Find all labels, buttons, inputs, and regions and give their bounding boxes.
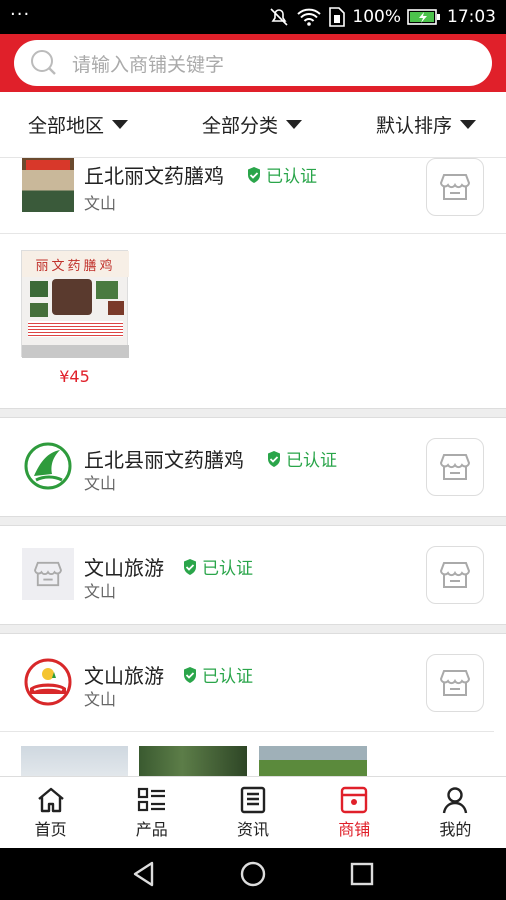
battery-charging-icon [407,9,440,25]
enter-shop-button[interactable] [426,438,484,496]
home-icon [37,787,64,812]
verified-label: 已认证 [266,167,317,187]
verified-label: 已认证 [202,667,253,687]
enter-shop-button[interactable] [426,158,484,216]
product-image[interactable] [139,746,247,776]
verified-badge: 已认证 [182,662,253,687]
user-icon [443,786,468,813]
shop-region: 文山 [84,194,117,213]
clock: 17:03 [447,7,496,27]
product-image[interactable] [259,746,367,776]
divider [0,624,506,634]
shop-name: 文山旅游 [84,556,164,580]
filter-region[interactable]: 全部地区 [28,111,129,138]
product-image[interactable] [21,746,128,776]
filter-sort[interactable]: 默认排序 [376,111,476,138]
shield-check-icon [184,558,196,575]
shield-check-icon [248,166,260,183]
product-image-title: 丽文药膳鸡 [22,251,129,277]
tab-shops-label: 商铺 [338,819,371,839]
news-icon [240,786,266,813]
store-icon [439,562,471,588]
shop-name: 文山旅游 [84,664,164,688]
notification-dots: ··· [10,3,31,25]
tab-products[interactable]: 产品 [101,777,202,848]
store-icon [34,561,62,587]
tab-products-label: 产品 [135,819,168,839]
shop-region: 文山 [84,582,117,601]
back-icon[interactable] [130,860,158,888]
verified-label: 已认证 [202,559,253,579]
divider [0,408,506,418]
system-nav-bar [0,848,506,900]
home-button-icon[interactable] [239,860,267,888]
caret-down-icon [459,120,476,129]
shop-list: 丘北丽文药膳鸡 已认证 文山 丽文药膳鸡 ¥45 丘北县丽文药膳鸡 已认证 文山… [0,158,506,776]
shop-name: 丘北县丽文药膳鸡 [84,448,244,472]
tab-home-label: 首页 [34,819,67,839]
filter-category-label: 全部分类 [201,115,278,137]
shop-header[interactable]: 文山旅游 已认证 文山 [0,634,494,732]
enter-shop-button[interactable] [426,654,484,712]
tab-shops[interactable]: 商铺 [304,777,405,848]
shop-card[interactable]: 丘北县丽文药膳鸡 已认证 文山 [0,418,506,516]
store-icon [439,454,471,480]
shop-icon [341,786,368,813]
product-image: 丽文药膳鸡 [21,250,129,358]
bottom-tab-bar: 首页 产品 资讯 商铺 我的 [0,776,506,848]
shop-logo-placeholder [22,548,74,600]
shop-logo [22,656,74,708]
tab-mine-label: 我的 [439,819,472,839]
recents-icon[interactable] [348,860,376,888]
store-icon [439,670,471,696]
shop-logo [22,158,74,212]
search-icon [31,50,56,75]
shield-check-icon [184,666,196,683]
shop-card[interactable]: 文山旅游 已认证 文山 [0,526,506,624]
tab-news-label: 资讯 [237,819,270,839]
filter-bar: 全部地区 全部分类 默认排序 [0,92,506,158]
verified-badge: 已认证 [266,446,337,471]
enter-shop-button[interactable] [426,546,484,604]
filter-region-label: 全部地区 [28,115,105,137]
search-placeholder: 请输入商铺关键字 [72,53,225,76]
filter-sort-label: 默认排序 [375,115,452,137]
shield-check-icon [268,450,280,467]
status-bar: ··· 100% 17:03 [0,0,506,34]
product-price: ¥45 [59,367,90,386]
shop-region: 文山 [84,474,117,493]
battery-percent: 100% [352,7,401,27]
list-icon [137,787,165,811]
mute-icon [270,8,288,26]
shop-region: 文山 [84,690,117,709]
shop-logo [22,440,74,492]
tab-news[interactable]: 资讯 [202,777,303,848]
sim-icon [329,7,346,27]
header: 请输入商铺关键字 [0,34,506,92]
wifi-icon [297,8,322,26]
shop-card: 文山旅游 已认证 文山 [0,634,506,776]
caret-down-icon [112,120,129,129]
store-icon [439,174,471,200]
shop-header[interactable]: 丘北丽文药膳鸡 已认证 文山 [0,158,506,234]
shop-name: 丘北丽文药膳鸡 [84,164,224,188]
tab-mine[interactable]: 我的 [405,777,506,848]
caret-down-icon [286,120,302,129]
search-input[interactable]: 请输入商铺关键字 [14,40,492,86]
verified-badge: 已认证 [246,162,317,187]
shop-card: 丘北丽文药膳鸡 已认证 文山 丽文药膳鸡 ¥45 [0,158,506,408]
tab-home[interactable]: 首页 [0,777,101,848]
filter-category[interactable]: 全部分类 [202,111,302,138]
divider [0,516,506,526]
product-item[interactable]: 丽文药膳鸡 ¥45 [21,250,129,386]
verified-label: 已认证 [286,451,337,471]
verified-badge: 已认证 [182,554,253,579]
